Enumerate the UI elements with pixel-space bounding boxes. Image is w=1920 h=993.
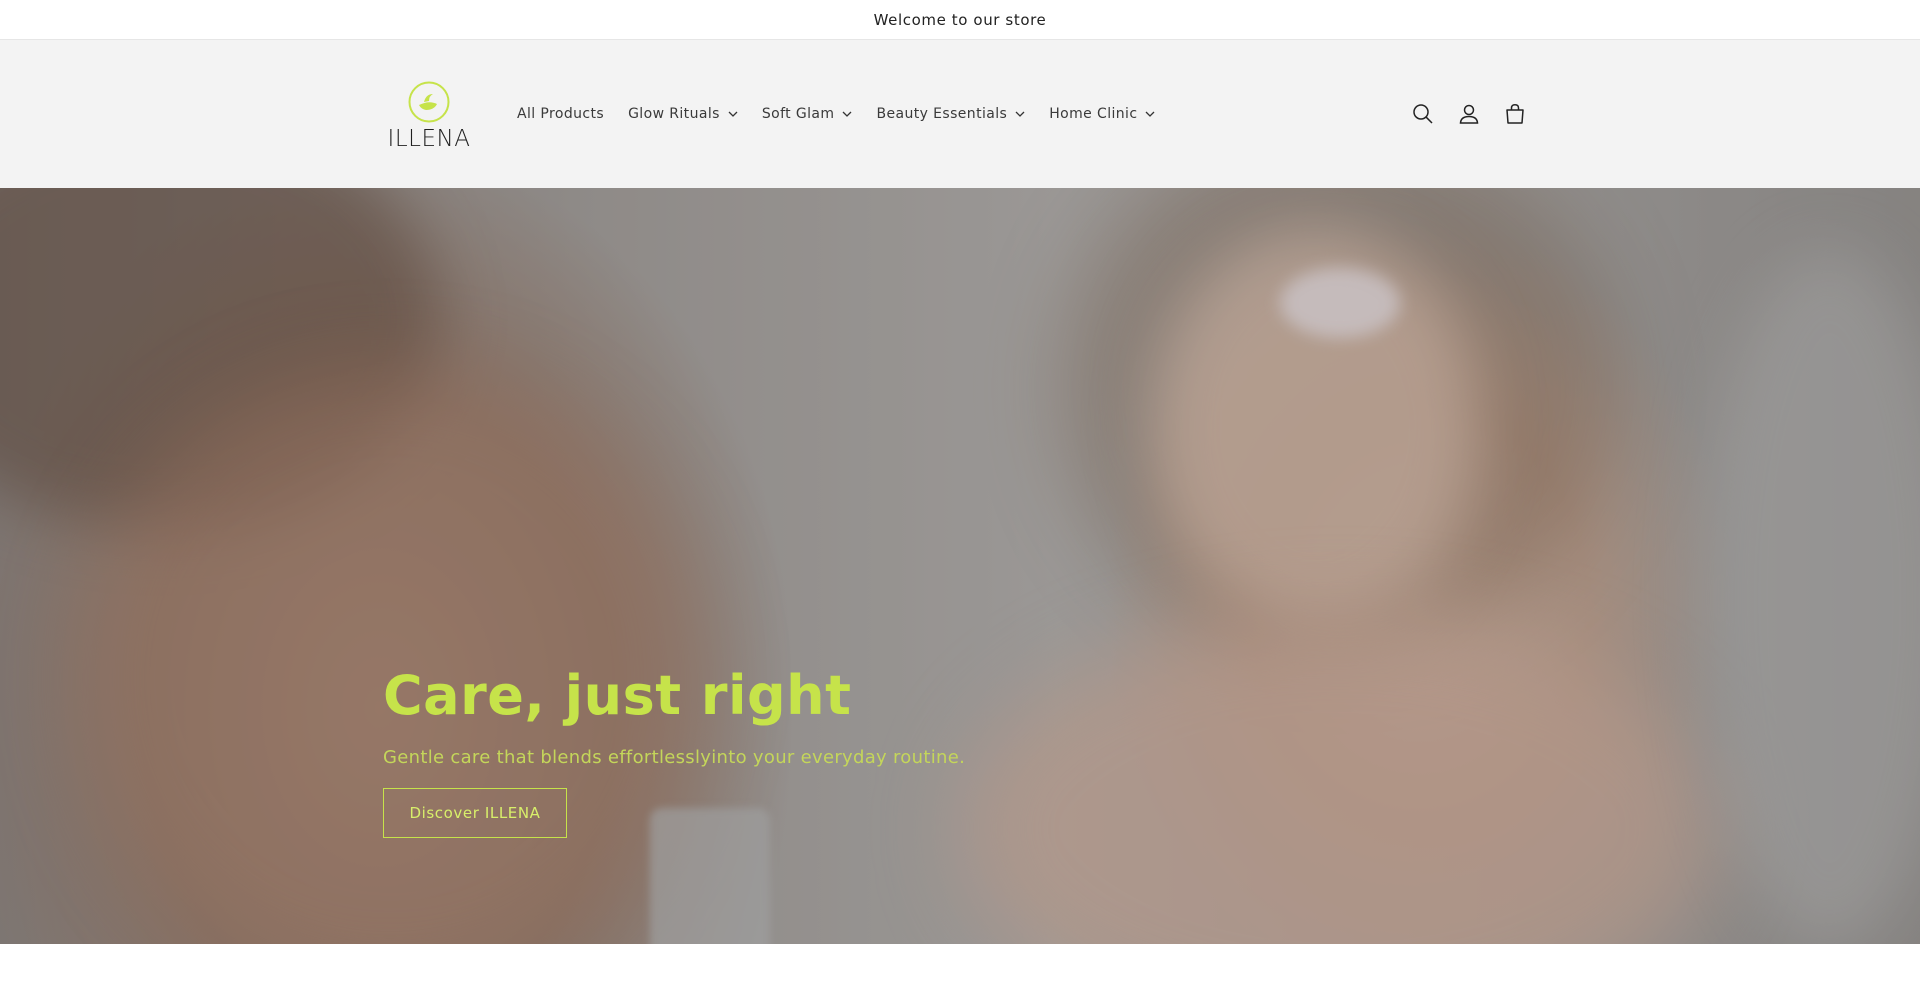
nav-item-label: Home Clinic	[1049, 106, 1138, 122]
search-button[interactable]	[1409, 100, 1437, 128]
hero-content: Care, just right Gentle care that blends…	[383, 664, 966, 839]
header-icons	[1409, 100, 1529, 128]
nav-item-label: Beauty Essentials	[876, 106, 1008, 122]
account-icon	[1459, 104, 1479, 124]
chevron-down-icon	[1015, 111, 1025, 117]
search-icon	[1413, 104, 1433, 124]
nav-item-label: All Products	[517, 106, 605, 122]
cart-button[interactable]	[1501, 100, 1529, 128]
chevron-down-icon	[842, 111, 852, 117]
hero-subtitle: Gentle care that blends effortlesslyinto…	[383, 747, 966, 769]
account-button[interactable]	[1455, 100, 1483, 128]
chevron-down-icon	[728, 111, 738, 117]
logo[interactable]: ILLENA	[383, 80, 475, 152]
nav-item-all-products[interactable]: All Products	[505, 100, 616, 128]
discover-button[interactable]: Discover ILLENA	[383, 788, 567, 839]
nav-item-glow-rituals[interactable]: Glow Rituals	[616, 100, 750, 128]
logo-mark-icon	[408, 81, 450, 123]
chevron-down-icon	[1145, 111, 1155, 117]
announcement-bar: Welcome to our store	[0, 0, 1920, 40]
nav-item-label: Glow Rituals	[628, 106, 720, 122]
nav-item-beauty-essentials[interactable]: Beauty Essentials	[864, 100, 1037, 128]
cart-icon	[1506, 104, 1524, 124]
hero-title: Care, just right	[383, 664, 852, 727]
announcement-text: Welcome to our store	[873, 10, 1047, 29]
main-nav: All Products Glow Rituals Soft Glam Beau…	[505, 100, 1167, 128]
site-header: ILLENA All Products Glow Rituals Soft Gl…	[0, 40, 1920, 188]
hero-banner: Care, just right Gentle care that blends…	[0, 188, 1920, 944]
nav-item-home-clinic[interactable]: Home Clinic	[1037, 100, 1167, 128]
logo-text: ILLENA	[387, 126, 471, 152]
nav-item-label: Soft Glam	[761, 106, 835, 122]
nav-item-soft-glam[interactable]: Soft Glam	[750, 100, 865, 128]
